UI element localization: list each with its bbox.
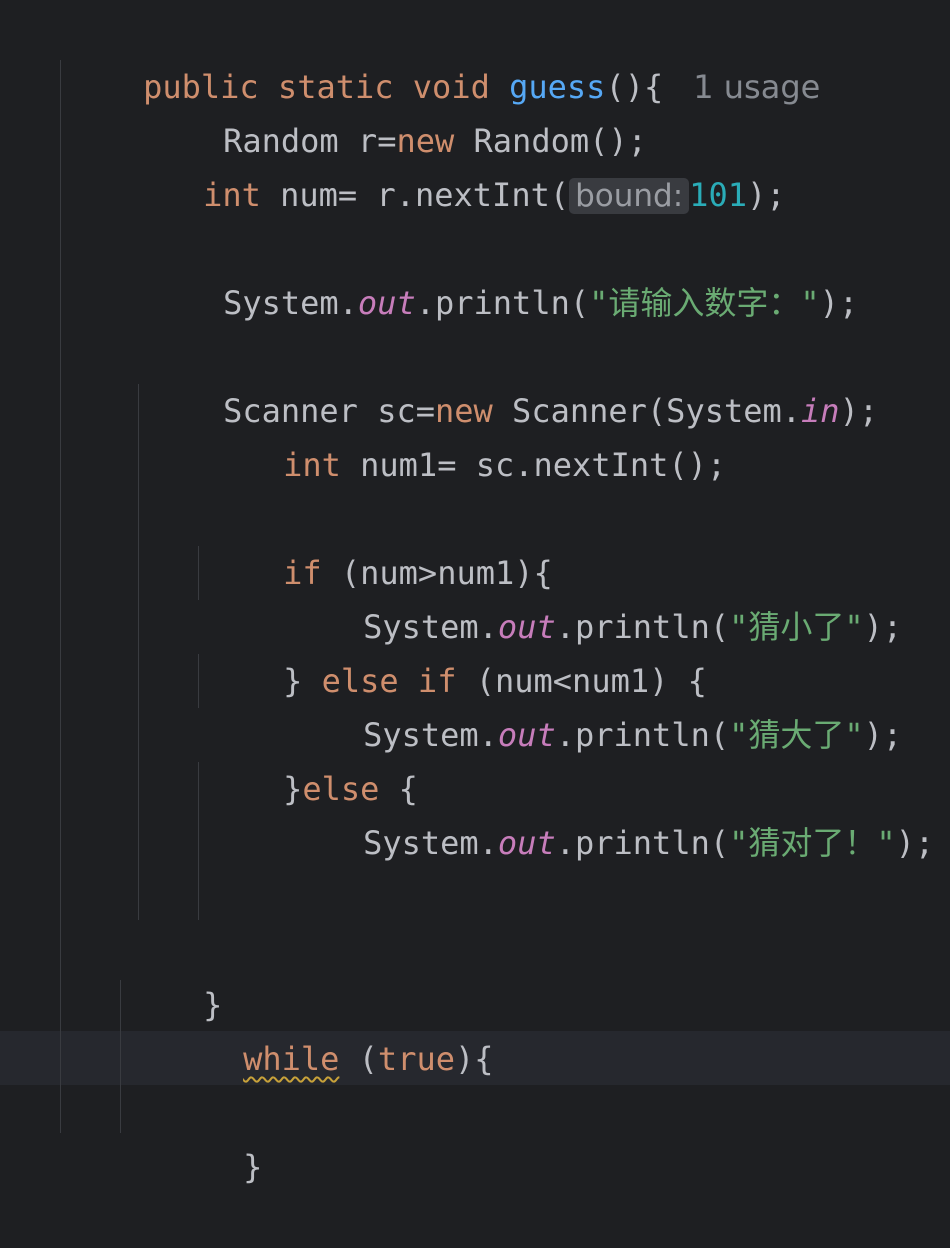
code-line-7[interactable]: if (num>num1){ [206,492,553,592]
code-line-13[interactable]: } [126,924,222,1024]
code-token: num1= sc.nextInt(); [340,446,727,484]
code-token: ); [863,608,903,646]
code-line-11[interactable]: }else { [206,708,418,808]
keyword: int [203,176,261,214]
static-field: out [497,716,556,754]
keyword: true [377,1040,455,1078]
number-literal: 101 [689,176,747,214]
code-token: .println( [555,824,730,862]
parameter-hint: bound: [569,178,690,214]
code-line-15[interactable]: } [166,1086,262,1186]
keyword: int [283,446,341,484]
code-token: } [243,1148,263,1186]
indent-guide [198,546,199,600]
code-token: ( [339,1040,378,1078]
code-line-6[interactable]: int num1= sc.nextInt(); [206,384,726,484]
code-line-3[interactable]: int num= r.nextInt(bound: 101); [126,114,786,214]
indent-guide [138,384,139,920]
code-token: ); [839,392,879,430]
code-line-5[interactable]: Scanner sc=new Scanner(System.in); [146,330,878,430]
code-token: ); [746,176,786,214]
code-token: ){ [454,1040,494,1078]
usages-hint[interactable]: 1 usage [693,68,820,106]
code-line-14[interactable]: while (true){ [166,978,493,1078]
code-token: System. [223,284,358,322]
code-line-12[interactable]: System.out.println("猜对了！"); [286,762,934,862]
code-token: ); [895,824,935,862]
code-line-2[interactable]: Random r=new Random(); [146,60,647,160]
static-field: out [357,284,416,322]
code-token: .println( [555,716,730,754]
code-token: ); [863,716,903,754]
code-token: ); [819,284,859,322]
code-line-1[interactable]: public static void guess(){1 usage [66,6,820,106]
indent-guide [60,60,61,1133]
keyword-warning[interactable]: while [243,1040,339,1078]
string-literal: "猜对了！" [729,824,896,862]
indent-guide [198,762,199,920]
code-line-10[interactable]: System.out.println("猜大了"); [286,654,902,754]
indent-guide [120,980,121,1133]
string-literal: "猜大了" [729,716,864,754]
code-line-9[interactable]: } else if (num<num1) { [206,600,707,700]
indent-guide [198,654,199,708]
code-line-4[interactable]: System.out.println("请输入数字："); [146,222,858,322]
code-token: System. [363,824,498,862]
code-line-8[interactable]: System.out.println("猜小了"); [286,546,902,646]
code-token: .println( [415,284,590,322]
code-editor[interactable]: public static void guess(){1 usage Rando… [0,0,950,1186]
string-literal: "请输入数字：" [589,284,820,322]
static-field: in [801,392,840,430]
string-literal: "猜小了" [729,608,864,646]
static-field: out [497,824,556,862]
code-token: num= r.nextInt( [260,176,570,214]
